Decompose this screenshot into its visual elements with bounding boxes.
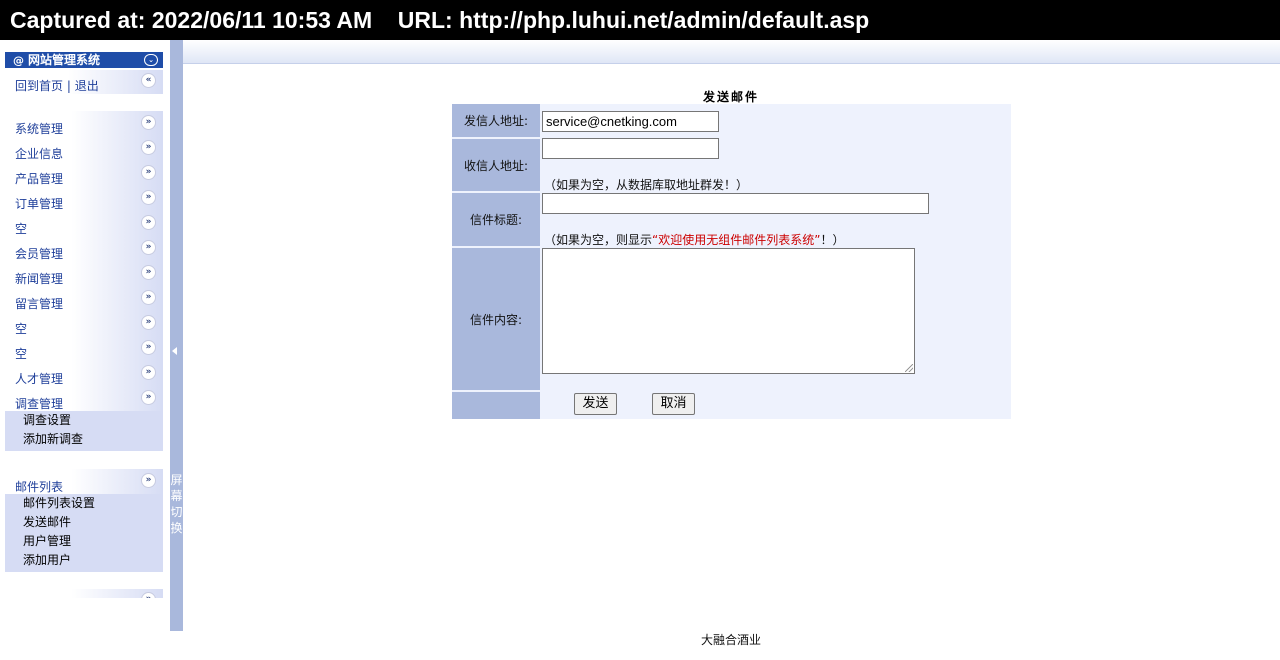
content-row: 信件内容:: [452, 248, 1011, 390]
screen-toggle-label[interactable]: 屏幕切换: [170, 472, 183, 536]
home-link[interactable]: 回到首页: [15, 79, 63, 93]
top-band: [183, 40, 1280, 64]
sidebar-item-label: 空: [15, 347, 28, 361]
sidebar-item-label: 新闻管理: [15, 272, 64, 286]
sidebar-item-messages[interactable]: 留言管理 »: [5, 286, 163, 311]
submenu-item-user-management[interactable]: 用户管理: [5, 532, 163, 551]
sidebar-item-survey[interactable]: 调查管理 »: [5, 386, 163, 411]
subject-hint-default-title: “欢迎使用无组件邮件列表系统”: [652, 233, 821, 247]
chevron-down-icon[interactable]: »: [141, 165, 156, 180]
to-input[interactable]: [542, 138, 719, 159]
sidebar-item-label: 产品管理: [15, 172, 64, 186]
submenu-item-survey-settings[interactable]: 调查设置: [5, 411, 163, 430]
from-row: 发信人地址: service@cnetking.com: [452, 104, 1011, 137]
send-mail-form: 发信人地址: service@cnetking.com 收信人地址: （如果为空…: [452, 104, 1011, 419]
sidebar-item-label: 邮件列表: [15, 480, 64, 494]
sidebar-item-label: 企业信息: [15, 147, 64, 161]
survey-submenu: 调查设置 添加新调查: [5, 411, 163, 451]
from-label: 发信人地址:: [452, 104, 540, 137]
mail-submenu: 邮件列表设置 发送邮件 用户管理 添加用户: [5, 494, 163, 572]
sidebar-item-empty-1[interactable]: 空 »: [5, 211, 163, 236]
to-hint: （如果为空，从数据库取地址群发！）: [544, 178, 749, 192]
to-label: 收信人地址:: [452, 139, 540, 191]
chevron-down-icon[interactable]: »: [141, 592, 156, 598]
buttons-row: 发送 取消: [452, 392, 1011, 419]
at-icon: @: [13, 54, 24, 67]
sidebar-item-label: 留言管理: [15, 297, 64, 311]
sidebar-links: 回到首页 | 退出 «: [5, 70, 163, 94]
sidebar-item-label: 人才管理: [15, 372, 64, 386]
sidebar: @ 网站管理系统 ⌄ 回到首页 | 退出 « 系统管理 » 企业信息 » 产品管理…: [0, 40, 170, 631]
chevron-down-icon[interactable]: »: [141, 265, 156, 280]
sidebar-header-title: 网站管理系统: [28, 53, 101, 67]
sidebar-item-system[interactable]: 系统管理 »: [5, 111, 163, 136]
collapse-all-icon[interactable]: ⌄: [144, 54, 158, 66]
send-button[interactable]: 发送: [574, 393, 617, 415]
sidebar-item-label: 订单管理: [15, 197, 64, 211]
chevron-down-icon[interactable]: »: [141, 290, 156, 305]
sidebar-item-empty-2[interactable]: 空 »: [5, 311, 163, 336]
sidebar-item-label: 调查管理: [15, 397, 64, 411]
subject-hint-post: ！）: [820, 233, 845, 247]
sidebar-item-label: 空: [15, 322, 28, 336]
sidebar-item-partial[interactable]: »: [5, 589, 163, 598]
cancel-button[interactable]: 取消: [652, 393, 695, 415]
chevron-down-icon[interactable]: »: [141, 365, 156, 380]
chevron-down-icon[interactable]: »: [141, 140, 156, 155]
logout-link[interactable]: 退出: [75, 79, 99, 93]
capture-banner: Captured at: 2022/06/11 10:53 AM URL: ht…: [0, 0, 1280, 40]
sidebar-item-orders[interactable]: 订单管理 »: [5, 186, 163, 211]
submenu-item-mail-settings[interactable]: 邮件列表设置: [5, 494, 163, 513]
sidebar-item-news[interactable]: 新闻管理 »: [5, 261, 163, 286]
links-separator: |: [63, 79, 75, 93]
chevron-down-icon[interactable]: »: [141, 390, 156, 405]
page-title: 发送邮件: [702, 90, 759, 104]
chevron-down-icon[interactable]: »: [141, 115, 156, 130]
sidebar-item-label: 会员管理: [15, 247, 64, 261]
content-textarea[interactable]: [542, 248, 915, 374]
chevron-down-icon[interactable]: »: [141, 190, 156, 205]
sidebar-splitter[interactable]: 屏幕切换: [170, 40, 183, 631]
chevron-left-icon[interactable]: «: [141, 73, 156, 88]
subject-hint: （如果为空，则显示“欢迎使用无组件邮件列表系统”！）: [544, 231, 844, 248]
submenu-item-add-user[interactable]: 添加用户: [5, 551, 163, 570]
submenu-item-add-survey[interactable]: 添加新调查: [5, 430, 163, 449]
chevron-down-icon[interactable]: »: [141, 240, 156, 255]
subject-label: 信件标题:: [452, 193, 540, 246]
sidebar-header: @ 网站管理系统 ⌄: [5, 52, 163, 68]
footer-company: 大融合酒业: [700, 633, 761, 647]
sidebar-item-label: 系统管理: [15, 122, 64, 136]
buttons-label-cell: [452, 392, 540, 419]
sidebar-item-products[interactable]: 产品管理 »: [5, 161, 163, 186]
chevron-down-icon[interactable]: »: [141, 315, 156, 330]
subject-hint-pre: （如果为空，则显示: [544, 233, 653, 247]
from-input[interactable]: service@cnetking.com: [542, 111, 719, 132]
subject-row: 信件标题: （如果为空，则显示“欢迎使用无组件邮件列表系统”！）: [452, 193, 1011, 248]
sidebar-item-talent[interactable]: 人才管理 »: [5, 361, 163, 386]
sidebar-item-empty-3[interactable]: 空 »: [5, 336, 163, 361]
chevron-down-icon[interactable]: »: [141, 340, 156, 355]
sidebar-item-members[interactable]: 会员管理 »: [5, 236, 163, 261]
sidebar-item-company[interactable]: 企业信息 »: [5, 136, 163, 161]
resize-grip-icon[interactable]: [905, 364, 913, 372]
chevron-down-icon[interactable]: »: [141, 215, 156, 230]
submenu-item-send-mail[interactable]: 发送邮件: [5, 513, 163, 532]
subject-input[interactable]: [542, 193, 929, 214]
chevron-down-icon[interactable]: »: [141, 473, 156, 488]
sidebar-item-mail-list[interactable]: 邮件列表 »: [5, 469, 163, 494]
content-label: 信件内容:: [452, 248, 540, 390]
to-row: 收信人地址: （如果为空，从数据库取地址群发！）: [452, 138, 1011, 192]
sidebar-item-label: 空: [15, 222, 28, 236]
collapse-arrow-icon[interactable]: [172, 347, 177, 355]
